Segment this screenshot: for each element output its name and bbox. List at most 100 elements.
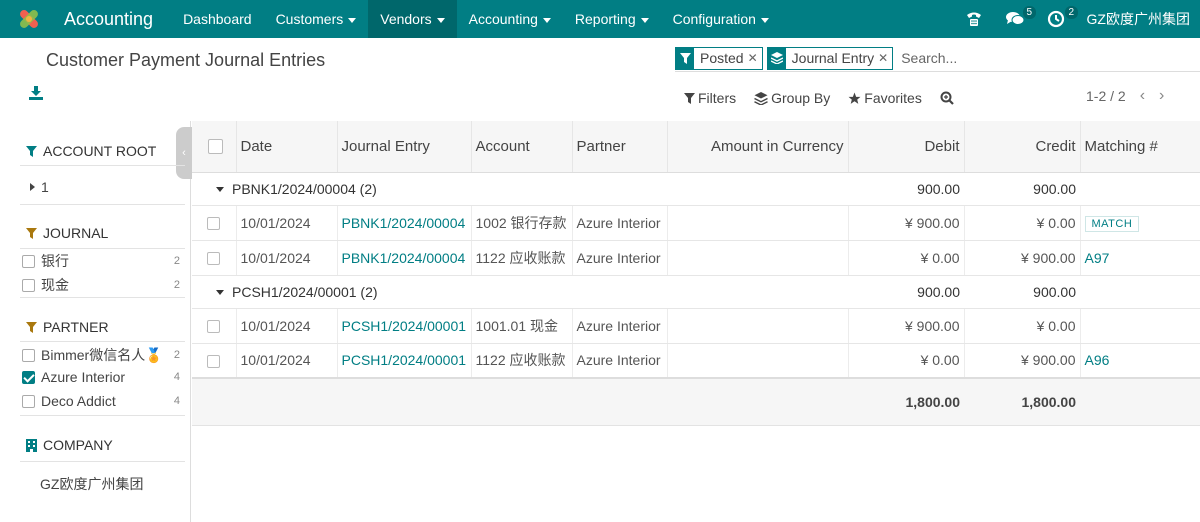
menu-reporting[interactable]: Reporting: [563, 0, 661, 38]
page-title: Customer Payment Journal Entries: [46, 50, 326, 70]
list-table: Date Journal Entry Account Partner Amoun…: [192, 121, 1200, 426]
column-amount-in-currency[interactable]: Amount in Currency: [667, 121, 849, 173]
caret-down-icon: [542, 17, 551, 23]
menu-configuration[interactable]: Configuration: [661, 0, 781, 38]
top-navbar: Accounting Dashboard Customers Vendors A…: [0, 0, 1200, 38]
facet-remove-icon[interactable]: ✕: [878, 51, 892, 65]
cell-journal-entry[interactable]: PBNK1/2024/00004: [337, 240, 472, 276]
cell-account: 1001.01 现金: [471, 308, 573, 344]
menu-customers[interactable]: Customers: [264, 0, 369, 38]
journal-item-cash[interactable]: 现金 2: [22, 275, 180, 295]
phone-icon[interactable]: [965, 0, 983, 38]
filter-icon: [26, 145, 37, 157]
account-root-item[interactable]: 1: [30, 179, 188, 195]
checkbox[interactable]: [22, 278, 35, 292]
checkbox[interactable]: [22, 254, 35, 268]
checkbox[interactable]: [22, 348, 35, 362]
column-matching[interactable]: Matching #: [1080, 121, 1200, 173]
partner-item-deco-addict[interactable]: Deco Addict 4: [22, 393, 180, 409]
cell-journal-entry[interactable]: PBNK1/2024/00004: [337, 205, 472, 241]
activity-clock-icon[interactable]: 2: [1047, 0, 1079, 38]
cell-debit: ¥ 900.00: [848, 205, 965, 241]
cell-partner: Azure Interior: [572, 240, 668, 276]
column-journal-entry[interactable]: Journal Entry: [337, 121, 472, 173]
pager-value[interactable]: 1-2 / 2: [1086, 88, 1126, 104]
journal-item-bank[interactable]: 银行 2: [22, 251, 180, 271]
column-partner[interactable]: Partner: [572, 121, 668, 173]
facet-label: Journal Entry: [791, 50, 875, 66]
app-title[interactable]: Accounting: [64, 9, 153, 30]
menu-vendors[interactable]: Vendors: [368, 0, 457, 38]
row-checkbox[interactable]: [207, 320, 220, 334]
partner-item-azure-interior[interactable]: Azure Interior 4: [22, 369, 180, 385]
search-input[interactable]: [901, 50, 1200, 66]
company-switcher[interactable]: GZ欧度广州集团: [1087, 9, 1190, 29]
filter-icon: [676, 47, 694, 69]
table-row[interactable]: 10/01/2024 PBNK1/2024/00004 1002 银行存款 Az…: [192, 205, 1200, 241]
journal-items-list: Date Journal Entry Account Partner Amoun…: [192, 121, 1200, 522]
section-journal: JOURNAL: [26, 225, 108, 241]
facet-posted[interactable]: Posted ✕: [675, 46, 763, 70]
zoom-search-icon[interactable]: [940, 91, 957, 105]
table-row[interactable]: 10/01/2024 PCSH1/2024/00001 1122 应收账款 Az…: [192, 343, 1200, 379]
cell-credit: ¥ 900.00: [964, 240, 1081, 276]
row-checkbox[interactable]: [207, 252, 220, 266]
column-credit[interactable]: Credit: [964, 121, 1081, 173]
messages-icon[interactable]: 5: [1005, 0, 1037, 38]
cell-matching[interactable]: A96: [1080, 343, 1200, 379]
layers-icon: [767, 47, 786, 69]
messages-count-badge: 5: [1022, 6, 1037, 19]
company-item[interactable]: GZ欧度广州集团: [40, 474, 198, 494]
checkbox-checked[interactable]: [22, 370, 35, 384]
total-credit: 1,800.00: [964, 377, 1080, 426]
group-debit: 900.00: [848, 275, 964, 309]
column-date[interactable]: Date: [236, 121, 338, 173]
row-checkbox[interactable]: [207, 355, 220, 369]
section-partner: PARTNER: [26, 319, 109, 335]
row-checkbox[interactable]: [207, 217, 220, 231]
favorites-button[interactable]: Favorites: [848, 90, 922, 106]
download-icon[interactable]: [28, 85, 44, 101]
column-debit[interactable]: Debit: [848, 121, 965, 173]
group-label: PCSH1/2024/00001 (2): [232, 283, 378, 300]
cell-journal-entry[interactable]: PCSH1/2024/00001: [337, 343, 472, 379]
facet-journal-entry[interactable]: Journal Entry ✕: [766, 46, 894, 70]
match-button[interactable]: MATCH: [1084, 215, 1140, 232]
checkbox[interactable]: [22, 394, 35, 408]
cell-debit: ¥ 0.00: [848, 343, 965, 379]
star-icon: [848, 92, 861, 104]
cell-matching[interactable]: [1080, 308, 1200, 344]
cell-matching: MATCH: [1080, 205, 1200, 241]
select-all-checkbox[interactable]: [208, 139, 223, 155]
select-all-header[interactable]: [192, 121, 237, 173]
facet-label: Posted: [700, 50, 744, 66]
menu-dashboard[interactable]: Dashboard: [171, 0, 264, 38]
group-row[interactable]: PBNK1/2024/00004 (2) 900.00 900.00: [192, 172, 1200, 206]
groupby-button[interactable]: Group By: [754, 90, 830, 106]
filters-button[interactable]: Filters: [684, 90, 736, 106]
caret-right-icon: [30, 183, 35, 191]
chevron-left-icon[interactable]: ‹: [1140, 87, 1145, 105]
partner-item-bimmer[interactable]: Bimmer微信名人🏅 2: [22, 345, 180, 365]
app-logo-icon[interactable]: [16, 6, 42, 32]
caret-down-icon: [640, 17, 649, 23]
cell-matching[interactable]: A97: [1080, 240, 1200, 276]
group-credit: 900.00: [964, 275, 1080, 309]
chevron-right-icon[interactable]: ›: [1159, 87, 1164, 105]
cell-partner: Azure Interior: [572, 308, 668, 344]
section-company: COMPANY: [26, 437, 113, 453]
table-row[interactable]: 10/01/2024 PCSH1/2024/00001 1001.01 现金 A…: [192, 308, 1200, 344]
totals-row: 1,800.00 1,800.00: [192, 377, 1200, 426]
menu-accounting[interactable]: Accounting: [457, 0, 563, 38]
collapse-panel-icon[interactable]: ‹: [176, 127, 192, 179]
cell-date: 10/01/2024: [236, 205, 338, 241]
cell-journal-entry[interactable]: PCSH1/2024/00001: [337, 308, 472, 344]
table-row[interactable]: 10/01/2024 PBNK1/2024/00004 1122 应收账款 Az…: [192, 240, 1200, 276]
cell-date: 10/01/2024: [236, 343, 338, 379]
cell-partner: Azure Interior: [572, 343, 668, 379]
cell-amount-currency: [667, 240, 849, 276]
facet-remove-icon[interactable]: ✕: [748, 51, 762, 65]
column-account[interactable]: Account: [471, 121, 573, 173]
group-row[interactable]: PCSH1/2024/00001 (2) 900.00 900.00: [192, 275, 1200, 309]
filter-icon: [26, 321, 37, 333]
